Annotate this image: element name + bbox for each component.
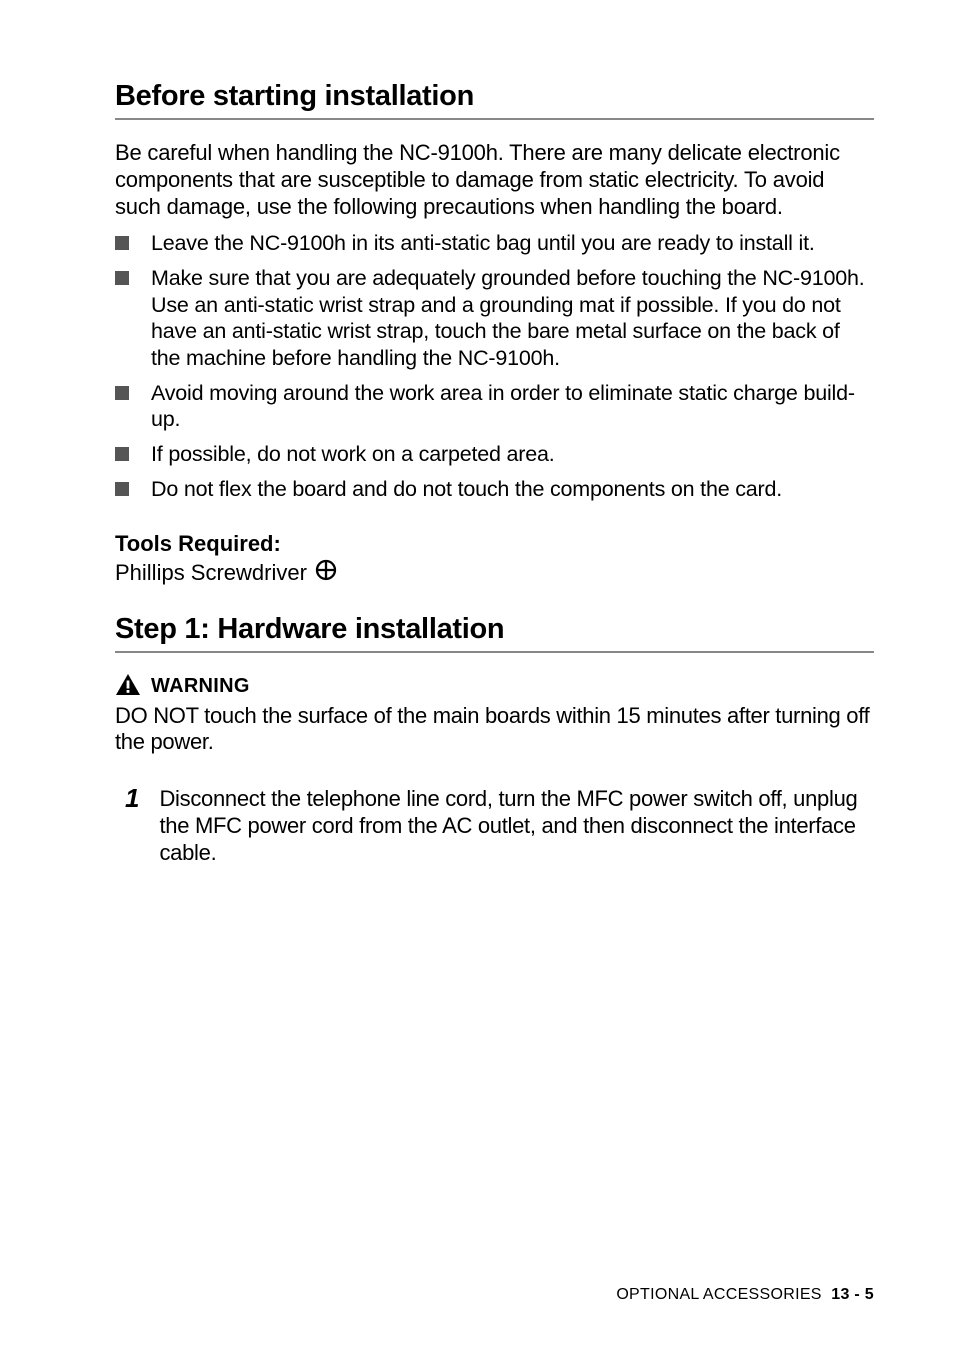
footer-page-number: 13 - 5 (831, 1286, 874, 1303)
list-item: Make sure that you are adequately ground… (115, 265, 874, 372)
bullet-text: Avoid moving around the work area in ord… (151, 380, 874, 433)
square-bullet-icon (115, 447, 129, 461)
footer-section-label: OPTIONAL ACCESSORIES (616, 1286, 821, 1303)
phillips-screwdriver-icon (315, 559, 337, 589)
tools-required-label: Tools Required: (115, 530, 874, 559)
section-heading: Before starting installation (115, 80, 874, 113)
bullet-text: Leave the NC-9100h in its anti-static ba… (151, 230, 815, 257)
bullet-text: If possible, do not work on a carpeted a… (151, 441, 555, 468)
warning-triangle-icon (115, 673, 141, 701)
square-bullet-icon (115, 482, 129, 496)
intro-paragraph: Be careful when handling the NC-9100h. T… (115, 140, 874, 220)
section-heading: Step 1: Hardware installation (115, 613, 874, 646)
bullet-text: Do not flex the board and do not touch t… (151, 476, 782, 503)
step-number: 1 (125, 783, 139, 814)
warning-text: DO NOT touch the surface of the main boa… (115, 703, 874, 757)
page-footer: OPTIONAL ACCESSORIES 13 - 5 (616, 1286, 874, 1304)
bullet-text: Make sure that you are adequately ground… (151, 265, 874, 372)
tools-item-text: Phillips Screwdriver (115, 559, 307, 588)
list-item: If possible, do not work on a carpeted a… (115, 441, 874, 468)
heading-rule (115, 118, 874, 120)
heading-rule (115, 651, 874, 653)
square-bullet-icon (115, 386, 129, 400)
list-item: Do not flex the board and do not touch t… (115, 476, 874, 503)
square-bullet-icon (115, 236, 129, 250)
step-text: Disconnect the telephone line cord, turn… (159, 786, 874, 866)
list-item: Avoid moving around the work area in ord… (115, 380, 874, 433)
bullet-list: Leave the NC-9100h in its anti-static ba… (115, 230, 874, 502)
list-item: Leave the NC-9100h in its anti-static ba… (115, 230, 874, 257)
warning-label: WARNING (151, 675, 250, 698)
square-bullet-icon (115, 271, 129, 285)
